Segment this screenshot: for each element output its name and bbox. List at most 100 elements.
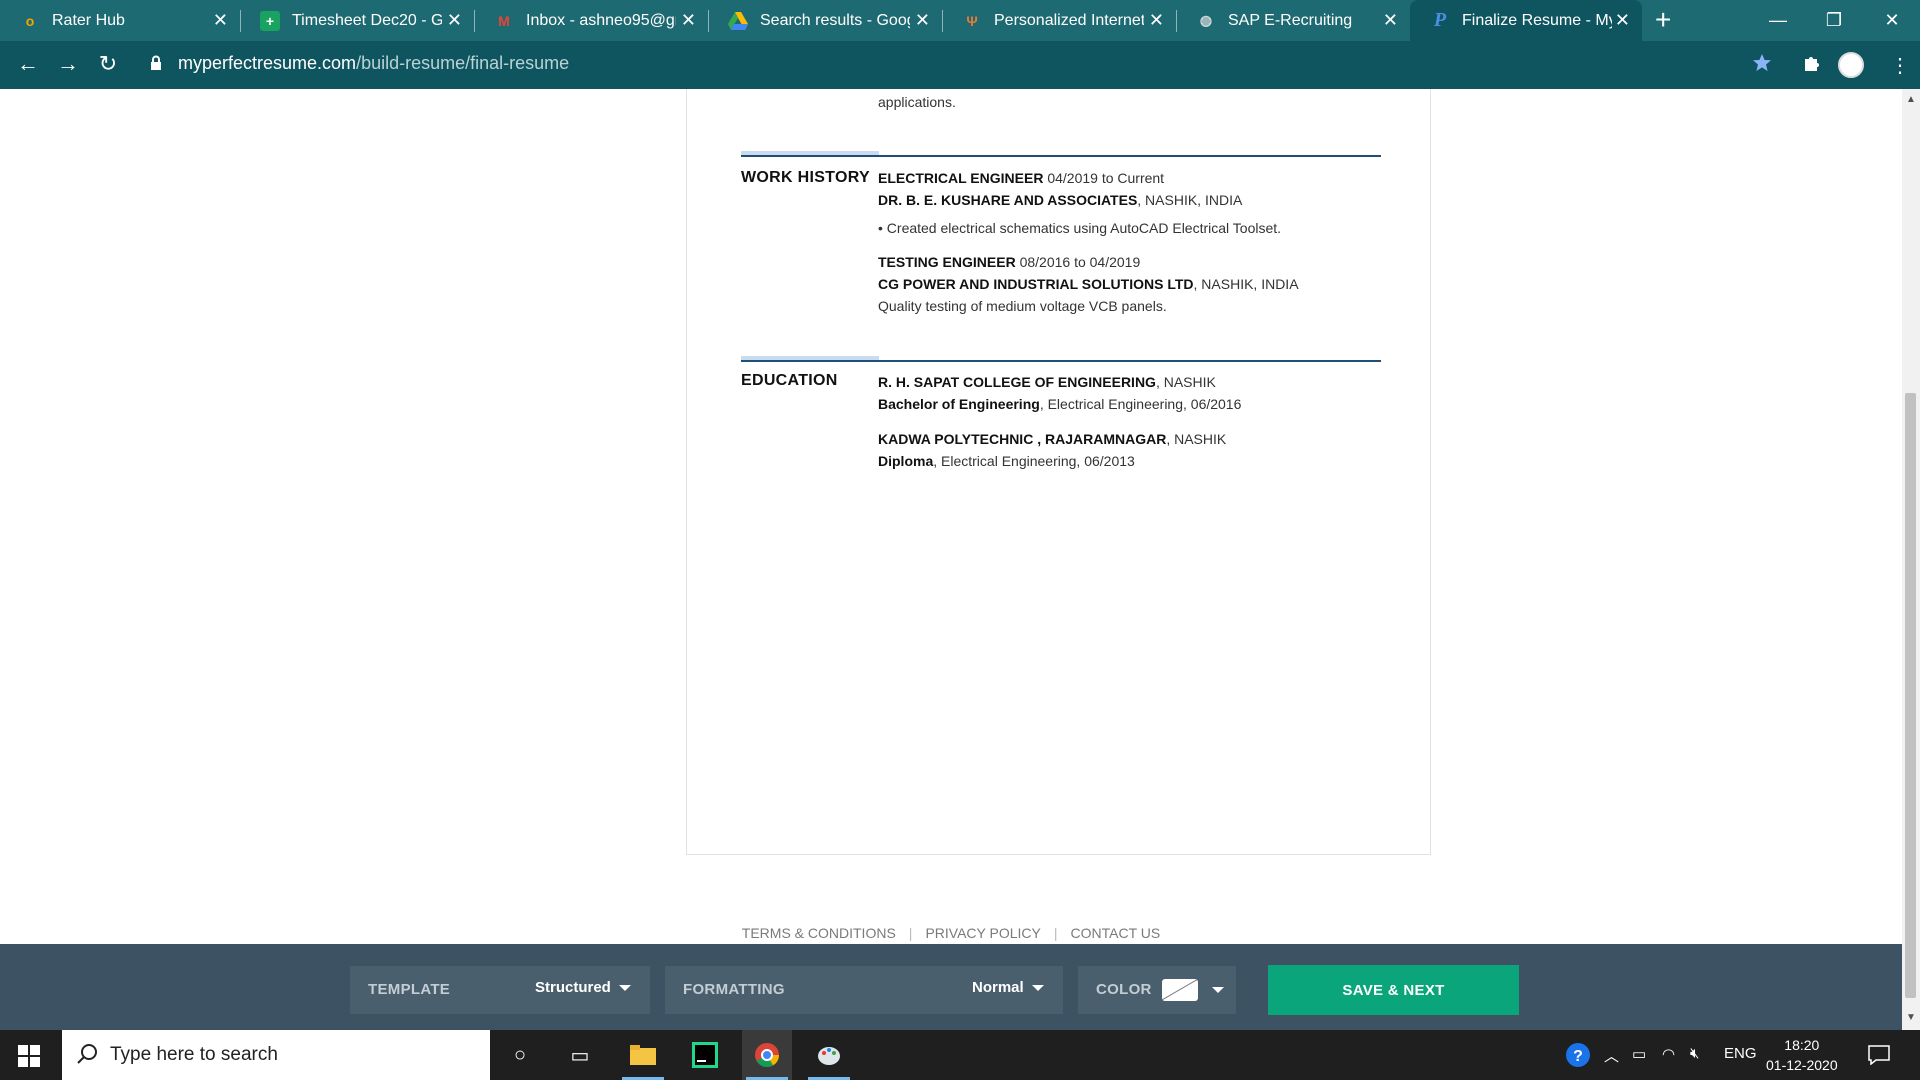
formatting-dropdown[interactable]: FORMATTING Normal bbox=[665, 966, 1063, 1014]
job-location: , NASHIK, INDIA bbox=[1193, 276, 1299, 292]
scrollbar-thumb[interactable] bbox=[1905, 393, 1916, 998]
volume-muted-icon[interactable]: 🔇︎ bbox=[1690, 1045, 1699, 1062]
system-clock[interactable]: 18:20 01-12-2020 bbox=[1766, 1035, 1838, 1075]
show-hidden-icons-icon[interactable]: ︿ bbox=[1604, 1045, 1619, 1066]
battery-icon[interactable]: ▭ bbox=[1632, 1045, 1646, 1063]
page-content: applications. WORK HISTORY ELECTRICAL EN… bbox=[0, 89, 1902, 944]
minimize-icon[interactable]: — bbox=[1750, 0, 1806, 41]
job-company-line: DR. B. E. KUSHARE AND ASSOCIATES, NASHIK… bbox=[878, 192, 1242, 208]
job-company: DR. B. E. KUSHARE AND ASSOCIATES bbox=[878, 192, 1138, 208]
contact-link[interactable]: CONTACT US bbox=[1058, 925, 1174, 941]
school-name: KADWA POLYTECHNIC , RAJARAMNAGAR bbox=[878, 431, 1167, 447]
job-role: TESTING ENGINEER bbox=[878, 254, 1016, 270]
help-icon[interactable]: ? bbox=[1565, 1042, 1591, 1072]
address-bar[interactable]: myperfectresume.com/build-resume/final-r… bbox=[178, 53, 569, 74]
degree-detail: , Electrical Engineering, 06/2016 bbox=[1039, 396, 1242, 412]
profile-avatar[interactable] bbox=[1838, 52, 1864, 78]
template-dropdown[interactable]: TEMPLATE Structured bbox=[350, 966, 650, 1014]
school-line: R. H. SAPAT COLLEGE OF ENGINEERING, NASH… bbox=[878, 374, 1216, 390]
task-view-icon[interactable]: ▭ bbox=[555, 1030, 605, 1080]
tab-title: Rater Hub bbox=[52, 11, 125, 29]
resume-action-bar: TEMPLATE Structured FORMATTING Normal CO… bbox=[0, 944, 1902, 1030]
job-detail: • Created electrical schematics using Au… bbox=[878, 220, 1282, 236]
job-dates: 04/2019 to Current bbox=[1043, 170, 1165, 186]
color-dropdown[interactable]: COLOR bbox=[1078, 966, 1236, 1014]
job-role: ELECTRICAL ENGINEER bbox=[878, 170, 1044, 186]
section-title-work-history: WORK HISTORY bbox=[741, 169, 870, 186]
section-divider-accent bbox=[741, 356, 879, 360]
paint-icon[interactable] bbox=[804, 1030, 854, 1080]
file-explorer-icon[interactable] bbox=[618, 1030, 668, 1080]
close-tab-icon[interactable]: ✕ bbox=[915, 10, 930, 31]
notifications-icon[interactable] bbox=[1868, 1045, 1890, 1069]
save-next-button[interactable]: SAVE & NEXT bbox=[1268, 965, 1519, 1015]
tab-finalize-resume[interactable]: P Finalize Resume - My P ✕ bbox=[1410, 0, 1642, 41]
search-icon bbox=[76, 1043, 98, 1070]
color-swatch bbox=[1162, 979, 1198, 1001]
google-drive-icon bbox=[728, 11, 748, 31]
myperfectresume-icon: P bbox=[1433, 9, 1447, 31]
tab-timesheet[interactable]: + Timesheet Dec20 - Goo ✕ bbox=[240, 0, 475, 41]
template-label: TEMPLATE bbox=[368, 981, 451, 998]
gmail-icon: M bbox=[498, 12, 510, 29]
clock-time: 18:20 bbox=[1784, 1037, 1820, 1053]
tab-sap-e-recruiting[interactable]: ◍ SAP E-Recruiting ✕ bbox=[1176, 0, 1410, 41]
extensions-icon[interactable] bbox=[1802, 53, 1822, 79]
scroll-down-icon[interactable]: ▼ bbox=[1906, 1012, 1916, 1023]
tab-inbox[interactable]: M Inbox - ashneo95@gm ✕ bbox=[474, 0, 709, 41]
close-tab-icon[interactable]: ✕ bbox=[447, 10, 462, 31]
section-title-education: EDUCATION bbox=[741, 372, 838, 389]
close-tab-icon[interactable]: ✕ bbox=[1615, 10, 1630, 31]
taskbar-search[interactable]: Type here to search bbox=[62, 1030, 490, 1080]
cortana-icon[interactable]: ○ bbox=[495, 1030, 545, 1080]
wifi-icon[interactable]: ◠ bbox=[1662, 1045, 1675, 1063]
restore-icon[interactable]: ❐ bbox=[1806, 0, 1862, 41]
tab-title: Timesheet Dec20 - Goo bbox=[292, 11, 442, 29]
template-value: Structured bbox=[535, 979, 631, 996]
footer-links: TERMS & CONDITIONS | PRIVACY POLICY | CONTAC… bbox=[0, 925, 1902, 941]
bookmark-star-icon[interactable] bbox=[1752, 53, 1772, 79]
tab-personalized-internet[interactable]: Ψ Personalized Internet A ✕ bbox=[942, 0, 1177, 41]
reload-icon[interactable]: ↻ bbox=[94, 51, 122, 77]
tab-title: Inbox - ashneo95@gm bbox=[526, 11, 676, 29]
chevron-down-icon bbox=[618, 985, 631, 992]
tab-strip: o Rater Hub ✕ + Timesheet Dec20 - Goo ✕ … bbox=[0, 0, 1920, 41]
school-location: , NASHIK bbox=[1155, 374, 1216, 390]
back-icon[interactable]: ← bbox=[14, 51, 42, 77]
close-tab-icon[interactable]: ✕ bbox=[1383, 10, 1398, 31]
chrome-icon[interactable] bbox=[742, 1030, 792, 1080]
windows-start-icon[interactable] bbox=[18, 1045, 40, 1072]
url-path: /build-resume/final-resume bbox=[356, 53, 570, 73]
browser-menu-icon[interactable]: ⋮ bbox=[1890, 53, 1910, 78]
svg-text:?: ? bbox=[1573, 1048, 1583, 1065]
section-divider bbox=[741, 151, 1381, 157]
scroll-up-icon[interactable]: ▲ bbox=[1906, 94, 1916, 105]
job-location: , NASHIK, INDIA bbox=[1137, 192, 1243, 208]
new-tab-button[interactable]: + bbox=[1655, 4, 1671, 36]
terms-link[interactable]: TERMS & CONDITIONS bbox=[729, 925, 909, 941]
pycharm-icon[interactable] bbox=[680, 1030, 730, 1080]
degree-name: Diploma bbox=[878, 453, 934, 469]
rater-hub-icon: o bbox=[25, 12, 35, 29]
close-tab-icon[interactable]: ✕ bbox=[213, 10, 228, 31]
job-heading: ELECTRICAL ENGINEER 04/2019 to Current bbox=[878, 170, 1164, 186]
close-tab-icon[interactable]: ✕ bbox=[681, 10, 696, 31]
job-company-line: CG POWER AND INDUSTRIAL SOLUTIONS LTD, N… bbox=[878, 276, 1299, 292]
degree-line: Bachelor of Engineering, Electrical Engi… bbox=[878, 396, 1241, 412]
tab-title: Personalized Internet A bbox=[994, 11, 1144, 29]
school-name: R. H. SAPAT COLLEGE OF ENGINEERING bbox=[878, 374, 1156, 390]
privacy-link[interactable]: PRIVACY POLICY bbox=[912, 925, 1053, 941]
school-location: , NASHIK bbox=[1166, 431, 1227, 447]
personalized-internet-icon: Ψ bbox=[966, 12, 978, 29]
tab-rater-hub[interactable]: o Rater Hub ✕ bbox=[0, 0, 241, 41]
browser-toolbar: ← → ↻ myperfectresume.com/build-resume/f… bbox=[0, 41, 1920, 89]
tab-search-results[interactable]: Search results - Google ✕ bbox=[708, 0, 943, 41]
chevron-down-icon bbox=[1212, 987, 1224, 993]
job-dates: 08/2016 to 04/2019 bbox=[1015, 254, 1141, 270]
lock-icon[interactable] bbox=[150, 55, 162, 76]
forward-icon[interactable]: → bbox=[54, 51, 82, 77]
language-indicator[interactable]: ENG bbox=[1724, 1045, 1757, 1062]
school-line: KADWA POLYTECHNIC , RAJARAMNAGAR, NASHIK bbox=[878, 431, 1226, 447]
close-tab-icon[interactable]: ✕ bbox=[1149, 10, 1164, 31]
close-window-icon[interactable]: ✕ bbox=[1864, 0, 1920, 41]
